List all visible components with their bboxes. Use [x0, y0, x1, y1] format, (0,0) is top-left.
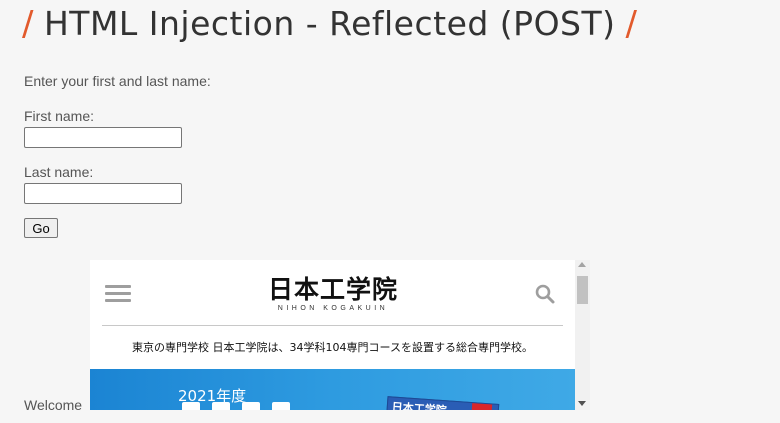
logo-main-text: 日本工学院	[268, 275, 399, 304]
first-name-input[interactable]	[24, 127, 182, 148]
title-slash-left: /	[22, 4, 34, 44]
promo-banner[interactable]: 2021年度 日本工学院	[90, 369, 575, 410]
iframe-scrollbar[interactable]	[575, 260, 590, 410]
scroll-thumb[interactable]	[577, 276, 588, 304]
last-name-input[interactable]	[24, 183, 182, 204]
site-logo[interactable]: 日本工学院 NIHON KOGAKUIN	[268, 275, 399, 313]
brochure-image: 日本工学院	[384, 396, 500, 410]
page-title: / HTML Injection - Reflected (POST) /	[22, 4, 638, 44]
scroll-up-icon[interactable]	[578, 262, 586, 267]
site-tagline: 東京の専門学校 日本工学院は、34学科104専門コースを設置する総合専門学校。	[132, 341, 533, 354]
last-name-label: Last name:	[24, 164, 94, 180]
scroll-down-icon[interactable]	[578, 401, 586, 406]
search-icon[interactable]	[534, 283, 556, 305]
embedded-iframe[interactable]: 日本工学院 NIHON KOGAKUIN 東京の専門学校 日本工学院は、34学科…	[90, 260, 590, 410]
go-button[interactable]: Go	[24, 218, 58, 238]
embedded-page: 日本工学院 NIHON KOGAKUIN 東京の専門学校 日本工学院は、34学科…	[90, 260, 575, 410]
brochure-red-tag	[471, 403, 493, 410]
title-slash-right: /	[625, 4, 638, 44]
brochure-label: 日本工学院	[391, 400, 448, 410]
header-divider	[102, 325, 563, 326]
hamburger-menu-icon[interactable]	[105, 285, 131, 303]
logo-sub-text: NIHON KOGAKUIN	[277, 305, 389, 312]
form-intro: Enter your first and last name:	[24, 73, 211, 89]
banner-headline-graphic	[182, 402, 302, 410]
welcome-text: Welcome	[24, 397, 83, 413]
first-name-label: First name:	[24, 108, 95, 124]
title-text: HTML Injection - Reflected (POST)	[43, 4, 616, 43]
